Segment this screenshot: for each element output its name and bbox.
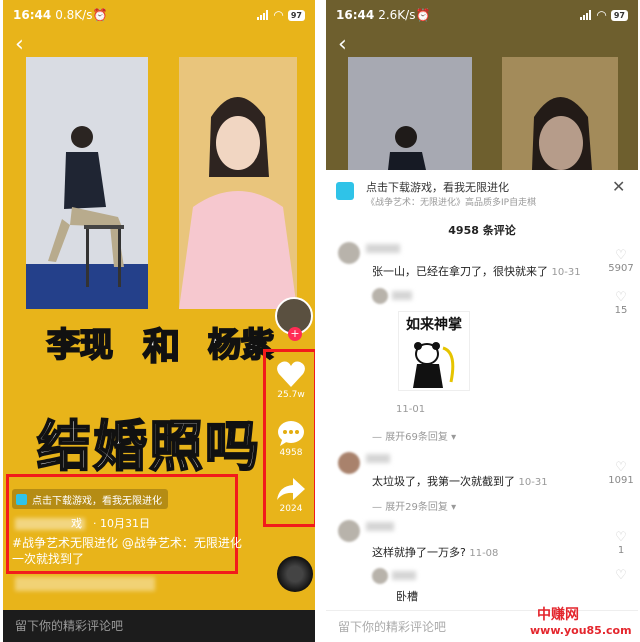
battery-icon: 97 (610, 9, 628, 21)
expand-replies-button[interactable]: — 展开29条回复 ▾ (372, 498, 456, 513)
heart-icon: ♡ (615, 460, 627, 475)
photo-panel-left (348, 57, 472, 170)
share-arrow-icon (277, 478, 305, 500)
comment-text: 太垃圾了，我第一次就截到了 10-31 (372, 475, 548, 488)
video-caption: #战争艺术无限进化 @战争艺术：无限进化 一次就找到了 (12, 535, 242, 567)
avatar[interactable] (338, 520, 360, 542)
avatar[interactable] (372, 568, 388, 584)
photo-panel-right (502, 57, 618, 170)
comment-count: 4958 (279, 448, 303, 458)
comment-bubble-icon (278, 421, 304, 446)
caption-line-2: 一次就找到了 (12, 552, 85, 566)
game-promo-banner[interactable]: 点击下载游戏，看我无限进化 《战争艺术：无限进化》高品质多IP自走棋 (336, 178, 636, 208)
status-speed: 2.6K/s (378, 8, 416, 22)
heart-icon: ♡ (615, 568, 627, 583)
share-button[interactable]: 2024 (268, 478, 314, 514)
avatar[interactable] (338, 242, 360, 264)
heart-icon: ♡ (615, 248, 627, 263)
promo-title: 点击下载游戏，看我无限进化 (366, 181, 509, 194)
video-frame-dimmed: 16:44 2.6K/s ⏰ ◠ 97 ‹ (326, 0, 638, 170)
comment-like-button[interactable]: ♡ (608, 568, 634, 583)
comment-like-button[interactable]: ♡ 15 (608, 290, 634, 316)
comment-count-title: 4958 条评论 (448, 224, 516, 237)
comment-like-button[interactable]: ♡ 1 (608, 530, 634, 556)
alarm-icon: ⏰ (92, 8, 108, 22)
left-screenshot: 李现 和 杨紫 结婚照吗 16:44 0.8K/s ⏰ ◠ 97 ‹ + 25.… (3, 0, 315, 642)
caption-line-1: #战争艺术无限进化 @战争艺术：无限进化 (12, 536, 242, 550)
like-count: 25.7w (277, 390, 305, 400)
expand-replies-button[interactable]: — 展开69条回复 ▾ (372, 428, 456, 443)
comment-text: 卧槽 (396, 590, 418, 603)
author-name-suffix: 戏 (71, 517, 82, 530)
heart-icon (277, 361, 305, 387)
share-count: 2024 (279, 504, 303, 514)
battery-icon: 97 (287, 9, 305, 21)
promo-text: 点击下载游戏，看我无限进化 (32, 495, 162, 507)
panda-meme-icon (413, 342, 455, 388)
post-date: · 10月31日 (93, 517, 150, 530)
comment-like-count: 15 (614, 305, 628, 316)
commenter-name-blurred (392, 291, 412, 300)
photo-panel-left (26, 57, 148, 309)
commenter-name-blurred (366, 522, 394, 531)
comment-like-button[interactable]: ♡ 1091 (608, 460, 634, 486)
promo-subtitle: 《战争艺术：无限进化》高品质多IP自走棋 (366, 198, 537, 208)
woman-figure (532, 97, 592, 170)
close-icon[interactable]: ✕ (612, 177, 625, 196)
status-speed: 0.8K/s (55, 8, 93, 22)
music-title-blurred (15, 577, 155, 591)
comment-date: 11-01 (396, 404, 426, 415)
woman-figure (179, 97, 297, 309)
watermark-url: www.you85.com (530, 624, 632, 637)
like-button[interactable]: 25.7w (268, 360, 314, 400)
comment-like-button[interactable]: ♡ 5907 (608, 248, 634, 274)
status-bar: 16:44 2.6K/s ⏰ ◠ 97 (326, 0, 638, 30)
commenter-name-blurred (366, 244, 400, 253)
comment-button[interactable]: 4958 (268, 420, 314, 458)
overlay-name-a: 李现 (46, 324, 114, 365)
watermark-brand: 中赚网 (537, 607, 579, 623)
back-button[interactable]: ‹ (338, 34, 358, 56)
man-figure (388, 126, 426, 170)
comment-text: 张一山，已经在拿刀了，很快就来了 10-31 (372, 265, 581, 278)
signal-icon (580, 10, 592, 20)
comment-sheet: 点击下载游戏，看我无限进化 《战争艺术：无限进化》高品质多IP自走棋 ✕ 495… (326, 170, 638, 642)
wifi-icon: ◠ (273, 8, 284, 22)
man-figure (48, 126, 124, 287)
game-icon (16, 493, 27, 505)
commenter-name-blurred (366, 454, 390, 463)
back-button[interactable]: ‹ (15, 34, 35, 56)
commenter-name-blurred (392, 571, 416, 580)
photo-panel-right (179, 57, 297, 309)
avatar[interactable] (338, 452, 360, 474)
game-promo-chip[interactable]: 点击下载游戏，看我无限进化 (12, 489, 168, 509)
alarm-icon: ⏰ (415, 8, 431, 22)
signal-icon (257, 10, 269, 20)
overlay-and: 和 (142, 324, 181, 369)
heart-icon: ♡ (615, 290, 627, 305)
wifi-icon: ◠ (596, 8, 607, 22)
status-time: 16:44 (336, 8, 375, 22)
follow-button[interactable]: + (288, 327, 302, 341)
music-disc-icon[interactable] (277, 556, 313, 592)
comment-like-count: 1091 (608, 475, 634, 486)
status-time: 16:44 (13, 8, 52, 22)
right-screenshot: 16:44 2.6K/s ⏰ ◠ 97 ‹ 点击下载游戏，看我无限进化 《战争艺… (326, 0, 638, 642)
avatar[interactable] (372, 288, 388, 304)
comment-like-count: 5907 (608, 263, 634, 274)
comment-like-count: 1 (617, 545, 625, 556)
game-icon (336, 182, 354, 200)
comment-text: 这样就挣了一万多? 11-08 (372, 546, 499, 559)
heart-icon: ♡ (615, 530, 627, 545)
status-bar: 16:44 0.8K/s ⏰ ◠ 97 (3, 0, 315, 30)
overlay-title: 结婚照吗 (36, 414, 261, 479)
sticker-image: 如来神掌 (398, 311, 470, 391)
comment-input[interactable]: 留下你的精彩评论吧 (3, 610, 315, 642)
